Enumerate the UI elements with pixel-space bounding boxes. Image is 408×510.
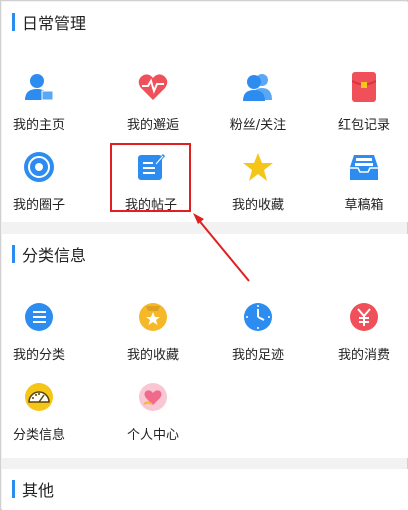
list-icon: [22, 300, 56, 334]
menu-label: 我的主页: [12, 118, 65, 133]
menu-fans-follow[interactable]: 粉丝/关注: [208, 68, 308, 148]
menu-my-categories[interactable]: 我的分类: [0, 298, 89, 378]
section-header: 分类信息: [2, 234, 408, 274]
section-accent-bar: [12, 13, 15, 31]
menu-label: 我的消费: [337, 348, 390, 363]
gauge-icon: [22, 380, 56, 414]
page-frame: 日常管理 我的主页 我的邂逅 粉丝/关注 红包记录 我的圈子 我的帖子 我的收藏…: [0, 0, 408, 510]
section-title: 分类信息: [22, 246, 87, 265]
section-other: 其他: [2, 469, 408, 510]
menu-label: 个人中心: [126, 428, 179, 443]
menu-drafts[interactable]: 草稿箱: [314, 148, 408, 228]
circle-target-icon: [22, 150, 56, 184]
star-bag-icon: [136, 300, 170, 334]
section-accent-bar: [12, 480, 15, 498]
highlight-box: [110, 143, 191, 212]
user-home-icon: [22, 70, 56, 104]
menu-classified-favorites[interactable]: 我的收藏: [103, 298, 203, 378]
menu-label: 草稿箱: [344, 198, 384, 213]
menu-label: 红包记录: [337, 118, 390, 133]
section-header: 其他: [2, 469, 408, 509]
star-icon: [241, 150, 275, 184]
fans-icon: [241, 70, 275, 104]
section-title: 其他: [22, 481, 55, 500]
menu-my-encounter[interactable]: 我的邂逅: [103, 68, 203, 148]
red-packet-icon: [347, 70, 381, 104]
menu-label: 我的收藏: [231, 198, 284, 213]
section-title: 日常管理: [22, 14, 87, 33]
menu-red-packet-records[interactable]: 红包记录: [314, 68, 408, 148]
clock-icon: [241, 300, 275, 334]
menu-label: 我的收藏: [126, 348, 179, 363]
yuan-icon: [347, 300, 381, 334]
heart-hand-icon: [136, 380, 170, 414]
menu-label: 我的足迹: [231, 348, 284, 363]
section-accent-bar: [12, 245, 15, 263]
heartbeat-icon: [136, 70, 170, 104]
menu-label: 我的圈子: [12, 198, 65, 213]
menu-my-homepage[interactable]: 我的主页: [0, 68, 89, 148]
menu-my-circle[interactable]: 我的圈子: [0, 148, 89, 228]
drafts-tray-icon: [347, 150, 381, 184]
menu-label: 我的分类: [12, 348, 65, 363]
section-header: 日常管理: [2, 2, 408, 42]
menu-my-spending[interactable]: 我的消费: [314, 298, 408, 378]
section-daily: 日常管理 我的主页 我的邂逅 粉丝/关注 红包记录 我的圈子 我的帖子 我的收藏…: [2, 2, 408, 222]
menu-personal-center[interactable]: 个人中心: [103, 378, 203, 458]
menu-label: 我的邂逅: [126, 118, 179, 133]
menu-label: 粉丝/关注: [229, 118, 287, 133]
menu-my-favorites[interactable]: 我的收藏: [208, 148, 308, 228]
menu-my-footprints[interactable]: 我的足迹: [208, 298, 308, 378]
menu-classified-info[interactable]: 分类信息: [0, 378, 89, 458]
section-classified: 分类信息 我的分类 我的收藏 我的足迹 我的消费 分类信息 个人中心: [2, 234, 408, 458]
menu-label: 分类信息: [12, 428, 65, 443]
